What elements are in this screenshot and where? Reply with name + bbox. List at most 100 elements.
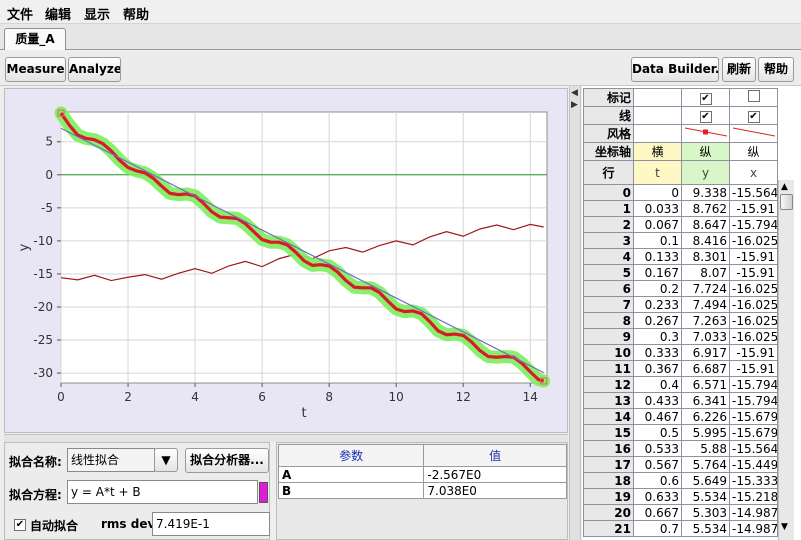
table-row[interactable]: 11 0.367 6.687 -15.91	[583, 360, 778, 377]
table-cell[interactable]: 0.433	[633, 392, 682, 409]
table-cell[interactable]: -15.91	[729, 248, 778, 265]
table-scrollbar[interactable]: ▲ ▼	[778, 180, 794, 540]
table-cell[interactable]: -15.679	[729, 424, 778, 441]
table-cell[interactable]: 6.571	[681, 376, 730, 393]
table-cell[interactable]: -14.987	[729, 504, 778, 521]
table-cell[interactable]: 6.687	[681, 360, 730, 377]
table-cell[interactable]: -15.449	[729, 456, 778, 473]
table-cell[interactable]: 8.301	[681, 248, 730, 265]
table-cell[interactable]: 7.724	[681, 280, 730, 297]
horizontal-splitter[interactable]	[4, 434, 568, 442]
table-cell[interactable]: 0.3	[633, 328, 682, 345]
table-cell[interactable]: 0.367	[633, 360, 682, 377]
table-cell[interactable]: 0.4	[633, 376, 682, 393]
style-cell-y[interactable]	[681, 124, 730, 143]
vertical-splitter[interactable]: ◀ ▶	[569, 86, 581, 540]
table-row[interactable]: 14 0.467 6.226 -15.679	[583, 408, 778, 425]
table-row[interactable]: 4 0.133 8.301 -15.91	[583, 248, 778, 265]
param-a-value[interactable]: -2.567E0	[423, 466, 567, 483]
autofit-checkbox[interactable]: ✔	[14, 519, 26, 531]
table-cell[interactable]: 0.2	[633, 280, 682, 297]
table-row[interactable]: 21 0.7 5.534 -14.987	[583, 520, 778, 537]
table-cell[interactable]: 5.649	[681, 472, 730, 489]
menu-view[interactable]: 显示	[84, 4, 110, 23]
table-cell[interactable]: -15.91	[729, 264, 778, 281]
table-cell[interactable]: 6.917	[681, 344, 730, 361]
column-header-x[interactable]: x	[729, 160, 778, 185]
table-cell[interactable]: 0.033	[633, 200, 682, 217]
table-cell[interactable]: 0.067	[633, 216, 682, 233]
measure-button[interactable]: Measure	[5, 57, 66, 82]
table-row[interactable]: 9 0.3 7.033 -16.025	[583, 328, 778, 345]
table-row[interactable]: 10 0.333 6.917 -15.91	[583, 344, 778, 361]
param-b-value[interactable]: 7.038E0	[423, 482, 567, 499]
table-cell[interactable]: 8.762	[681, 200, 730, 217]
table-row[interactable]: 20 0.667 5.303 -14.987	[583, 504, 778, 521]
table-row[interactable]: 15 0.5 5.995 -15.679	[583, 424, 778, 441]
table-cell[interactable]: -15.91	[729, 200, 778, 217]
table-cell[interactable]: 8.416	[681, 232, 730, 249]
table-row[interactable]: 0 0 9.338 -15.564	[583, 184, 778, 201]
table-cell[interactable]: -15.91	[729, 344, 778, 361]
plot-panel[interactable]: 0 2 4 6 8 10 12 14 5 0 -5 -10 -15 -20 -25 -30 t y	[4, 88, 568, 433]
marker-y-checkbox[interactable]: ✔	[699, 93, 712, 105]
table-cell[interactable]: 0.167	[633, 264, 682, 281]
table-cell[interactable]: 5.764	[681, 456, 730, 473]
table-cell[interactable]: 0.1	[633, 232, 682, 249]
table-cell[interactable]: -16.025	[729, 312, 778, 329]
marker-cell-x[interactable]	[729, 88, 778, 107]
table-cell[interactable]: 7.494	[681, 296, 730, 313]
collapse-left-icon[interactable]: ◀	[571, 88, 578, 98]
axis-cell-x[interactable]: 纵	[729, 142, 778, 161]
help-button[interactable]: 帮助	[758, 57, 794, 82]
table-cell[interactable]: -16.025	[729, 328, 778, 345]
table-row[interactable]: 19 0.633 5.534 -15.218	[583, 488, 778, 505]
menu-file[interactable]: 文件	[7, 4, 33, 23]
line-cell-x[interactable]: ✔	[729, 106, 778, 125]
table-row[interactable]: 7 0.233 7.494 -16.025	[583, 296, 778, 313]
table-cell[interactable]: 8.647	[681, 216, 730, 233]
table-row[interactable]: 2 0.067 8.647 -15.794	[583, 216, 778, 233]
table-cell[interactable]: 5.88	[681, 440, 730, 457]
table-row[interactable]: 5 0.167 8.07 -15.91	[583, 264, 778, 281]
table-cell[interactable]: -15.333	[729, 472, 778, 489]
table-row[interactable]: 16 0.533 5.88 -15.564	[583, 440, 778, 457]
table-cell[interactable]: -15.564	[729, 440, 778, 457]
table-cell[interactable]: 0.667	[633, 504, 682, 521]
scroll-up-icon[interactable]: ▲	[781, 182, 788, 192]
table-cell[interactable]: 0.267	[633, 312, 682, 329]
table-cell[interactable]: 0.333	[633, 344, 682, 361]
table-cell[interactable]: 0.233	[633, 296, 682, 313]
axis-cell-t[interactable]: 横	[633, 142, 682, 161]
table-cell[interactable]: -15.218	[729, 488, 778, 505]
column-header-t[interactable]: t	[633, 160, 682, 185]
line-y-checkbox[interactable]: ✔	[699, 111, 712, 123]
table-row[interactable]: 17 0.567 5.764 -15.449	[583, 456, 778, 473]
table-cell[interactable]: -15.91	[729, 360, 778, 377]
table-cell[interactable]: 6.341	[681, 392, 730, 409]
table-cell[interactable]: 0.7	[633, 520, 682, 537]
table-cell[interactable]: 0.533	[633, 440, 682, 457]
fit-analyzer-button[interactable]: 拟合分析器...	[185, 448, 269, 473]
table-cell[interactable]: 5.534	[681, 488, 730, 505]
table-cell[interactable]: -16.025	[729, 280, 778, 297]
table-row[interactable]: 12 0.4 6.571 -15.794	[583, 376, 778, 393]
table-row[interactable]: 3 0.1 8.416 -16.025	[583, 232, 778, 249]
table-cell[interactable]: -15.679	[729, 408, 778, 425]
chevron-down-icon[interactable]: ▼	[154, 448, 178, 472]
fit-name-select[interactable]: 线性拟合	[67, 448, 155, 472]
table-cell[interactable]: -15.794	[729, 392, 778, 409]
collapse-right-icon[interactable]: ▶	[571, 100, 578, 110]
menu-help[interactable]: 帮助	[123, 4, 149, 23]
table-cell[interactable]: -15.794	[729, 376, 778, 393]
table-cell[interactable]: 0.6	[633, 472, 682, 489]
marker-x-checkbox[interactable]	[747, 90, 760, 102]
refresh-button[interactable]: 刷新	[722, 57, 756, 82]
scroll-down-icon[interactable]: ▼	[781, 522, 788, 532]
axis-cell-y[interactable]: 纵	[681, 142, 730, 161]
table-cell[interactable]: 0.633	[633, 488, 682, 505]
table-row[interactable]: 8 0.267 7.263 -16.025	[583, 312, 778, 329]
table-row[interactable]: 6 0.2 7.724 -16.025	[583, 280, 778, 297]
table-cell[interactable]: -16.025	[729, 296, 778, 313]
table-row[interactable]: 1 0.033 8.762 -15.91	[583, 200, 778, 217]
